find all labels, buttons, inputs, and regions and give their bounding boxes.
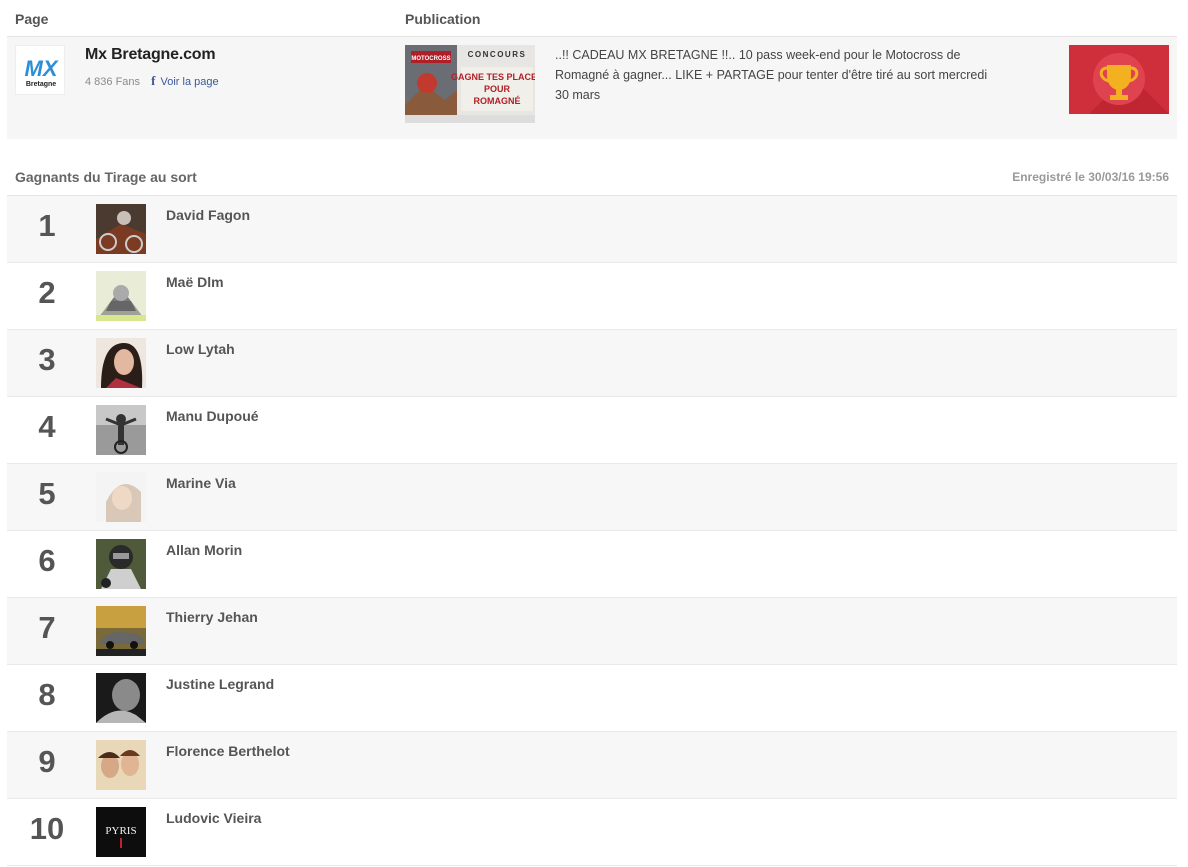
winner-row: 3 Low Lytah: [7, 330, 1177, 397]
winner-rank: 6: [38, 543, 56, 578]
winner-row: 5 Marine Via: [7, 464, 1177, 531]
winner-rank: 4: [38, 409, 56, 444]
winner-row: 4 Manu Dupoué: [7, 397, 1177, 464]
table-header: Page Publication: [7, 0, 1177, 37]
winner-row: 1 David Fagon: [7, 196, 1177, 263]
winner-rank: 9: [38, 744, 56, 779]
winner-name[interactable]: Manu Dupoué: [166, 408, 259, 424]
trophy-icon: [1069, 45, 1169, 114]
winner-name[interactable]: Florence Berthelot: [166, 743, 290, 759]
winner-row: 10 PYRIS Ludovic Vieira: [7, 799, 1177, 866]
winner-row: 2 Maë Dlm: [7, 263, 1177, 330]
winner-rank: 3: [38, 342, 56, 377]
avatar[interactable]: [96, 338, 146, 388]
avatar-text: PYRIS: [105, 825, 136, 837]
thumb-line-3: ROMAGNÉ: [474, 96, 521, 106]
publication-row: MX Bretagne Mx Bretagne.com 4 836 Fans f…: [7, 37, 1177, 139]
winner-rank: 2: [38, 275, 56, 310]
winner-row: 7 Thierry Jehan: [7, 598, 1177, 665]
winner-row: 8 Justine Legrand: [7, 665, 1177, 732]
publication-thumbnail[interactable]: MOTOCROSS CONCOURS GAGNE TES PLACES POUR…: [405, 45, 535, 123]
winners-title: Gagnants du Tirage au sort: [15, 169, 197, 185]
page-meta: 4 836 Fans f Voir la page: [85, 73, 219, 89]
winner-name[interactable]: Ludovic Vieira: [166, 810, 261, 826]
page-logo[interactable]: MX Bretagne: [15, 45, 65, 95]
winner-row: 9 Florence Berthelot: [7, 732, 1177, 799]
avatar[interactable]: [96, 472, 146, 522]
logo-bretagne-text: Bretagne: [26, 81, 56, 88]
winner-rank: 8: [38, 677, 56, 712]
winners-list: 1 David Fagon 2 Maë Dlm 3 Low Lytah 4 Ma…: [7, 196, 1177, 866]
thumb-line-1: GAGNE TES PLACES: [451, 72, 535, 82]
winner-name[interactable]: Low Lytah: [166, 341, 235, 357]
logo-mx-text: MX: [25, 56, 59, 81]
winner-name[interactable]: Justine Legrand: [166, 676, 274, 692]
avatar[interactable]: [96, 606, 146, 656]
winner-rank: 1: [38, 208, 56, 243]
view-page-link[interactable]: Voir la page: [161, 76, 219, 88]
winner-name[interactable]: David Fagon: [166, 207, 250, 223]
fans-count: 4 836 Fans: [85, 76, 141, 88]
thumb-title-text: CONCOURS: [468, 50, 527, 59]
winner-name[interactable]: Maë Dlm: [166, 274, 224, 290]
avatar[interactable]: [96, 405, 146, 455]
recorded-timestamp: Enregistré le 30/03/16 19:56: [1012, 170, 1169, 184]
facebook-icon: f: [151, 73, 156, 88]
publication-text: ..!! CADEAU MX BRETAGNE !!.. 10 pass wee…: [555, 48, 988, 102]
winner-rank: 10: [29, 811, 65, 846]
publication-column-header: Publication: [405, 11, 481, 27]
winner-row: 6 Allan Morin: [7, 531, 1177, 598]
thumb-line-2: POUR: [484, 84, 511, 94]
winner-rank: 7: [38, 610, 56, 645]
winner-name[interactable]: Allan Morin: [166, 542, 242, 558]
page-column-header: Page: [15, 11, 49, 27]
avatar[interactable]: [96, 204, 146, 254]
page-name[interactable]: Mx Bretagne.com: [85, 46, 216, 64]
winners-section-header: Gagnants du Tirage au sort Enregistré le…: [7, 159, 1177, 196]
avatar[interactable]: [96, 673, 146, 723]
draw-results-page: Page Publication MX Bretagne Mx Bretagne…: [0, 0, 1188, 867]
thumb-sub-text: MOTOCROSS: [411, 56, 450, 62]
avatar[interactable]: [96, 740, 146, 790]
winner-rank: 5: [38, 476, 56, 511]
avatar[interactable]: PYRIS: [96, 807, 146, 857]
winner-name[interactable]: Thierry Jehan: [166, 609, 258, 625]
winner-name[interactable]: Marine Via: [166, 475, 236, 491]
avatar[interactable]: [96, 271, 146, 321]
avatar[interactable]: [96, 539, 146, 589]
